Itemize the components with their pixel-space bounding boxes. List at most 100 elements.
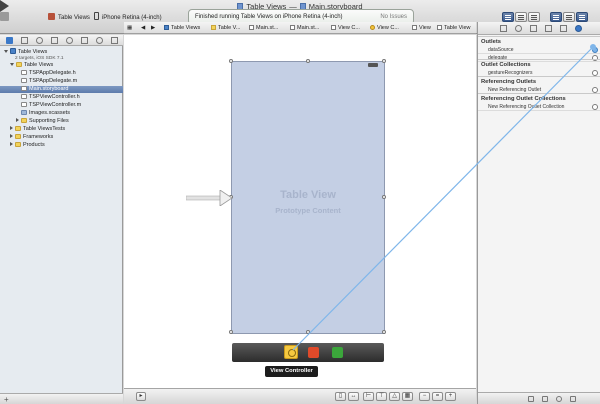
breadcrumb-item[interactable]: View C...	[331, 24, 360, 32]
connection-row[interactable]: dataSource	[478, 46, 600, 54]
nav-item-group[interactable]: Table Views	[0, 62, 123, 69]
find-navigator-tab-icon[interactable]	[36, 37, 43, 44]
nav-item-label: Table Views	[24, 62, 54, 68]
breadcrumb-item[interactable]: Table V...	[211, 24, 240, 32]
zoom-in-icon[interactable]: +	[445, 392, 456, 401]
breadcrumb-item[interactable]: Table View	[437, 24, 471, 32]
disclosure-closed-icon[interactable]	[10, 134, 13, 138]
test-navigator-tab-icon[interactable]	[66, 37, 73, 44]
resize-handle[interactable]	[229, 59, 233, 63]
nav-item-file[interactable]: TSPViewController.h	[0, 94, 123, 101]
breadcrumb-item[interactable]: View C...	[370, 24, 399, 32]
nav-item-file[interactable]: TSPAppDelegate.m	[0, 78, 123, 85]
breadcrumb-label: Table View	[444, 25, 471, 31]
folder-icon	[15, 142, 21, 147]
scheme-icon	[48, 13, 55, 20]
nav-item-group[interactable]: Supporting Files	[0, 118, 123, 125]
folder-icon	[21, 118, 27, 123]
resize-handle[interactable]	[382, 195, 386, 199]
breadcrumb-item[interactable]: Table Views	[164, 24, 200, 32]
jump-bar: ▦ ◀ ▶ Table Views Table V... Main.st... …	[124, 22, 476, 34]
nav-item-group[interactable]: Table ViewsTests	[0, 126, 123, 133]
resize-handle[interactable]	[306, 59, 310, 63]
resolve-autolayout-icon[interactable]: △	[389, 392, 400, 401]
update-frames-icon[interactable]: ↔	[348, 392, 359, 401]
align-icon[interactable]: ⊢	[363, 392, 374, 401]
utilities-toggle-button[interactable]	[576, 12, 588, 22]
breadcrumb-item[interactable]: Main.st...	[290, 24, 319, 32]
nav-item-file[interactable]: TSPViewController.m	[0, 102, 123, 109]
connection-row[interactable]: New Referencing Outlet Collection	[478, 103, 600, 111]
view-controller-icon[interactable]	[284, 345, 298, 359]
navigator-filter-bar: +	[0, 393, 123, 404]
disclosure-closed-icon[interactable]	[16, 118, 19, 122]
resize-handle[interactable]	[306, 330, 310, 334]
document-outline-toggle-icon[interactable]: ▸	[136, 392, 146, 401]
media-library-icon[interactable]	[570, 396, 576, 402]
related-items-icon[interactable]: ▦	[127, 24, 132, 32]
standard-editor-button[interactable]	[502, 12, 514, 22]
breadcrumb-label: Main.st...	[256, 25, 279, 31]
file-inspector-tab-icon[interactable]	[500, 25, 507, 32]
nav-item-label: TSPViewController.h	[29, 94, 80, 100]
log-navigator-tab-icon[interactable]	[111, 37, 118, 44]
nav-item-file[interactable]: Images.xcassets	[0, 110, 123, 117]
size-inspector-tab-icon[interactable]	[560, 25, 567, 32]
zoom-out-icon[interactable]: −	[419, 392, 430, 401]
debug-area-toggle-button[interactable]	[563, 12, 575, 22]
breadcrumb-item[interactable]: View	[412, 24, 431, 32]
object-library-icon[interactable]	[556, 396, 562, 402]
symbol-navigator-tab-icon[interactable]	[21, 37, 28, 44]
resize-handle[interactable]	[382, 59, 386, 63]
navigator-toggle-button[interactable]	[550, 12, 562, 22]
exit-icon[interactable]	[332, 347, 343, 358]
connection-circle-icon[interactable]	[592, 47, 598, 53]
zoom-actual-icon[interactable]: =	[432, 392, 443, 401]
table-view-icon	[437, 25, 442, 30]
breadcrumb-label: Main.st...	[297, 25, 320, 31]
nav-item-file-selected[interactable]: Main.storyboard	[0, 86, 123, 93]
code-snippet-library-icon[interactable]	[542, 396, 548, 402]
size-class-icon[interactable]: ▯	[335, 392, 346, 401]
disclosure-open-icon[interactable]	[10, 63, 14, 66]
disclosure-closed-icon[interactable]	[10, 126, 13, 130]
quick-help-tab-icon[interactable]	[515, 25, 522, 32]
file-template-library-icon[interactable]	[528, 396, 534, 402]
activity-status: Finished running Table Views on iPhone R…	[195, 14, 343, 20]
issue-navigator-tab-icon[interactable]	[51, 37, 58, 44]
project-icon	[164, 25, 169, 30]
disclosure-open-icon[interactable]	[4, 50, 8, 53]
project-navigator-tab-icon[interactable]	[6, 37, 13, 44]
resizing-behavior-icon[interactable]: ▦	[402, 392, 413, 401]
debug-navigator-tab-icon[interactable]	[81, 37, 88, 44]
first-responder-icon[interactable]	[308, 347, 319, 358]
identity-inspector-tab-icon[interactable]	[530, 25, 537, 32]
scheme-label: Table Views	[58, 15, 90, 21]
connections-inspector-tab-icon[interactable]	[575, 25, 582, 32]
forward-arrow-icon[interactable]: ▶	[151, 24, 155, 32]
attributes-inspector-tab-icon[interactable]	[545, 25, 552, 32]
pin-icon[interactable]: ⊤	[376, 392, 387, 401]
inspector-tabs	[478, 22, 600, 35]
nav-item-group[interactable]: Products	[0, 142, 123, 149]
header-file-icon	[21, 70, 27, 75]
nav-item-project[interactable]: Table Views	[0, 48, 123, 55]
device-icon	[93, 12, 99, 20]
version-editor-button[interactable]	[528, 12, 540, 22]
breakpoint-navigator-tab-icon[interactable]	[96, 37, 103, 44]
nav-item-file[interactable]: TSPAppDelegate.h	[0, 70, 123, 77]
resize-handle[interactable]	[382, 330, 386, 334]
add-icon[interactable]: +	[4, 395, 9, 404]
resize-handle[interactable]	[229, 330, 233, 334]
disclosure-closed-icon[interactable]	[10, 142, 13, 146]
nav-item-group[interactable]: Frameworks	[0, 134, 123, 141]
breadcrumb-item[interactable]: Main.st...	[249, 24, 278, 32]
connection-circle-icon[interactable]	[592, 104, 598, 110]
stop-button[interactable]	[0, 12, 9, 21]
back-arrow-icon[interactable]: ◀	[141, 24, 145, 32]
initial-view-controller-arrow-icon[interactable]	[186, 190, 234, 206]
canvas-bottom-bar: ▸ ▯ ↔ ⊢ ⊤ △ ▦ − = +	[124, 388, 476, 404]
assistant-editor-button[interactable]	[515, 12, 527, 22]
issues-status[interactable]: No Issues	[380, 14, 407, 20]
nav-item-label: Images.xcassets	[29, 110, 70, 116]
